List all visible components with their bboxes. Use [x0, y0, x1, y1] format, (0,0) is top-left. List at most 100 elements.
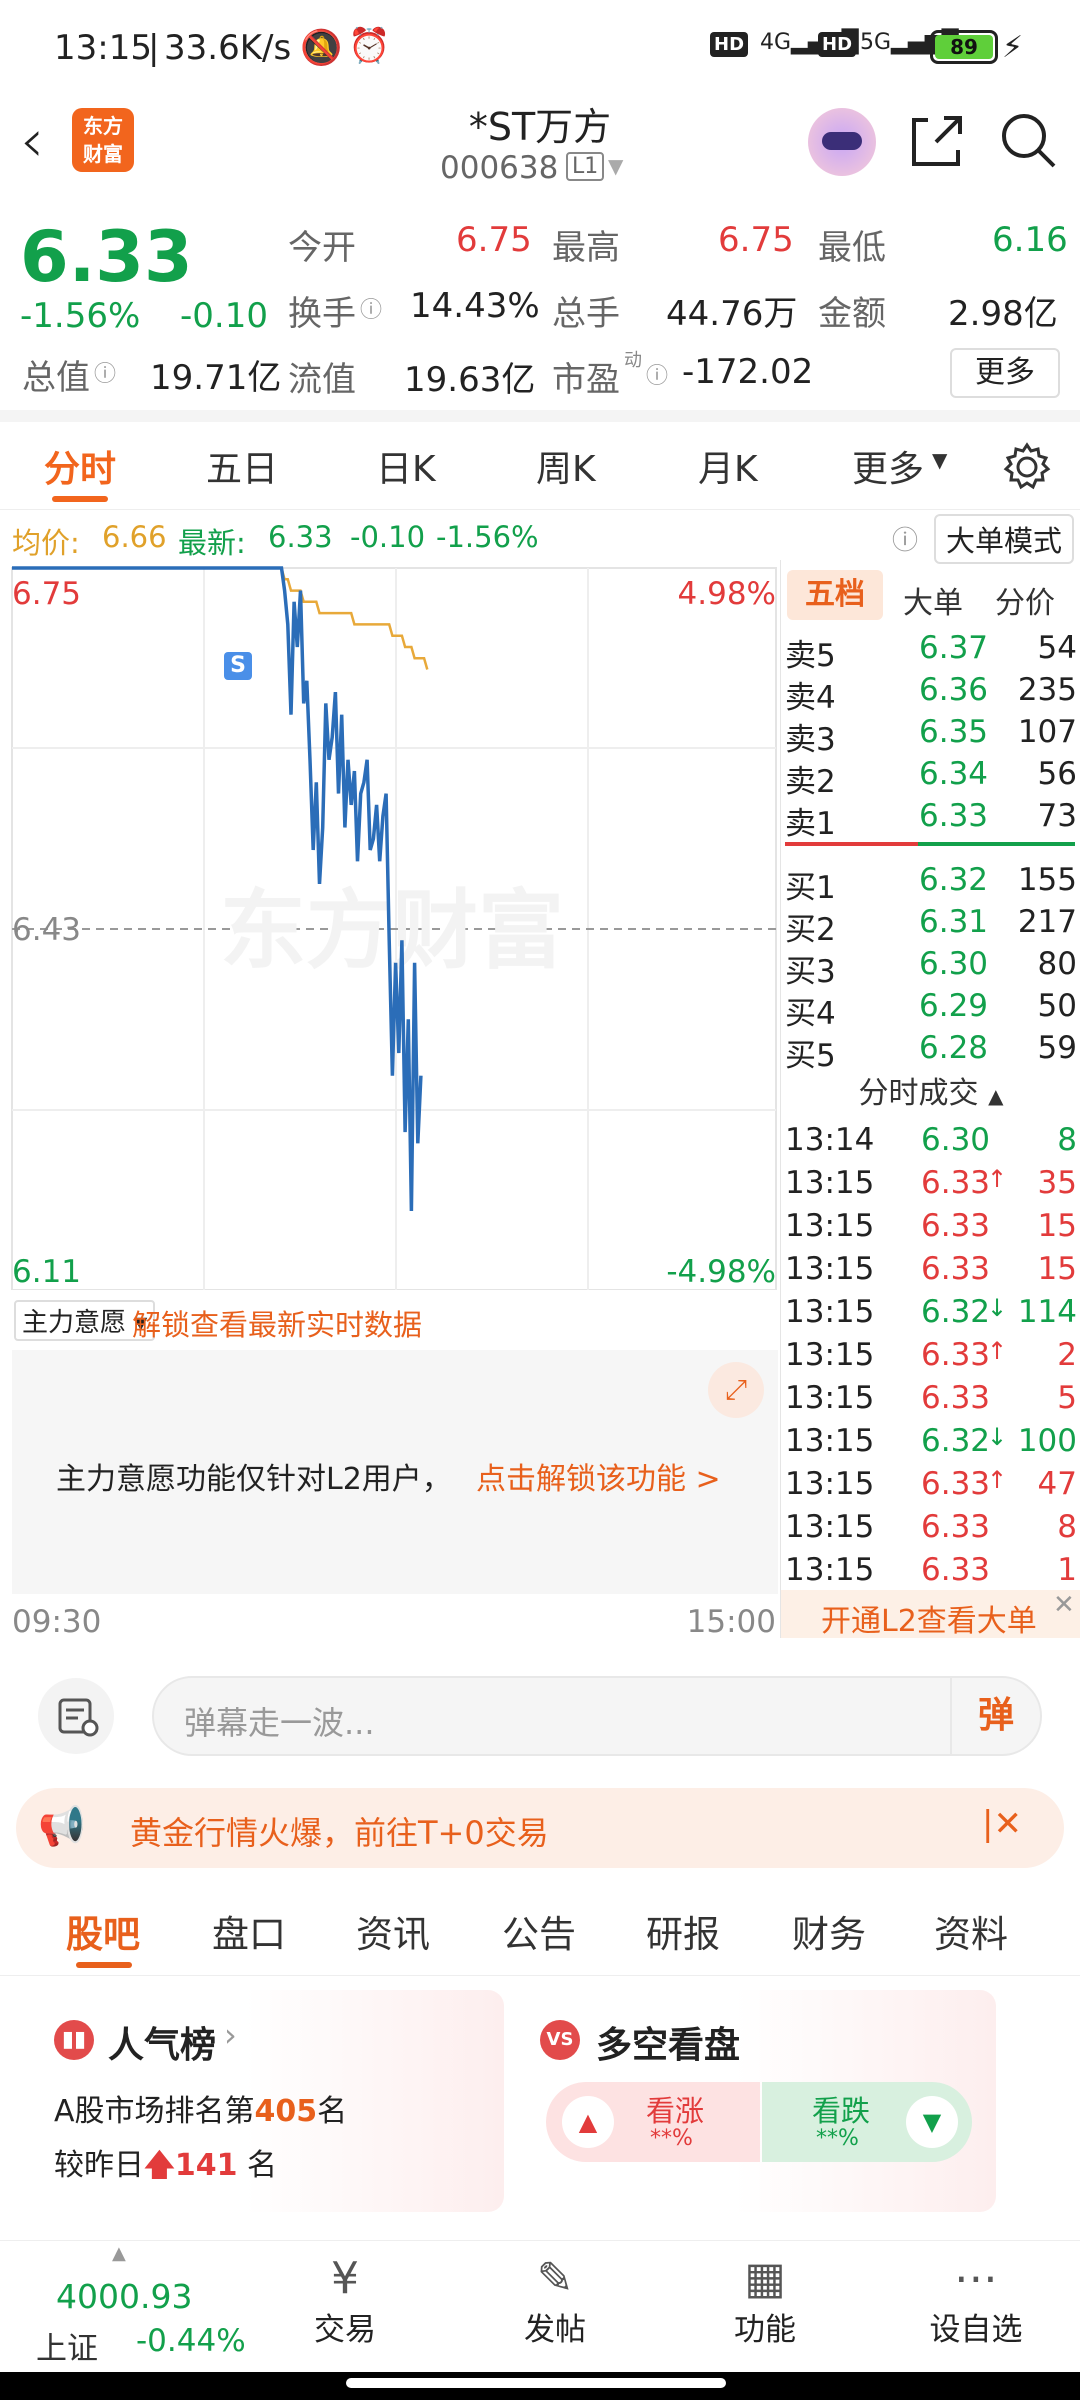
mainforce-bar: 主力意愿 ▾ 解锁查看最新实时数据 [0, 1294, 780, 1346]
tab-pankou[interactable]: 盘口 [212, 1904, 286, 1958]
tab-finance[interactable]: 财务 [792, 1904, 866, 1958]
rank-suffix: 名 [317, 2094, 348, 2129]
bid-row[interactable]: 买4 6.29 50 [781, 988, 1080, 1032]
ask-row[interactable]: 卖2 6.34 56 [781, 756, 1080, 800]
bullish-pct: **% [650, 2126, 693, 2151]
settings-gear-icon[interactable] [1002, 442, 1052, 492]
tab-more[interactable]: 更多 [852, 440, 924, 492]
tab-monthly-k[interactable]: 月K [698, 440, 758, 492]
trade-time: 13:15 [785, 1509, 875, 1545]
volume-label: 总手 [552, 294, 620, 334]
info-icon[interactable]: ⓘ [94, 356, 116, 388]
post-button[interactable]: ✎ 发帖 [500, 2253, 610, 2349]
trade-time: 13:15 [785, 1251, 875, 1287]
home-indicator[interactable] [346, 2378, 726, 2388]
index-ticker[interactable]: ▲ 4000.93 上证 -0.44% [0, 2241, 246, 2373]
tab-intraday[interactable]: 分时 [44, 440, 116, 492]
trade-button[interactable]: ¥ 交易 [290, 2253, 400, 2349]
bid-row[interactable]: 买1 6.32 155 [781, 862, 1080, 906]
tab-daily-k[interactable]: 日K [376, 440, 436, 492]
bid-label: 买4 [785, 996, 836, 1032]
more-button[interactable]: 更多 [950, 348, 1060, 398]
ask-row[interactable]: 卖1 6.33 73 [781, 798, 1080, 842]
ask-volume: 73 [1037, 798, 1077, 834]
trade-time: 13:15 [785, 1294, 875, 1330]
share-icon[interactable] [906, 110, 968, 172]
search-icon[interactable] [998, 110, 1060, 172]
grid-icon: ▦ [744, 2253, 786, 2304]
ask-row[interactable]: 卖5 6.37 54 [781, 630, 1080, 674]
promo-close-icon[interactable]: |✕ [982, 1804, 1022, 1844]
sell-marker[interactable]: S [224, 652, 252, 680]
bullish-button[interactable]: ▲ 看涨 **% [546, 2082, 760, 2162]
tab-big-order[interactable]: 大单 [903, 578, 963, 622]
latest-change: -0.10 [350, 520, 426, 554]
danmu-placeholder: 弹幕走一波... [184, 1704, 375, 1742]
mainforce-unlock-link[interactable]: 点击解锁该功能 > [476, 1454, 721, 1498]
trade-row: 13:15 6.32 ↓ 100 [781, 1423, 1080, 1465]
trades-header[interactable]: 分时成交 ▲ [781, 1068, 1080, 1112]
popularity-card[interactable]: ▮▮ 人气榜 › A股市场排名第405名 较昨日🡅141 名 [34, 1990, 504, 2212]
close-icon[interactable]: ✕ [1053, 1590, 1075, 1620]
bid-row[interactable]: 买3 6.30 80 [781, 946, 1080, 990]
tab-announcements[interactable]: 公告 [502, 1904, 576, 1958]
trade-row: 13:15 6.32 ↓ 114 [781, 1294, 1080, 1336]
pe-info-icon[interactable]: ⓘ [646, 358, 668, 390]
tab-five-level[interactable]: 五档 [787, 570, 883, 620]
trade-volume: 5 [1057, 1380, 1077, 1416]
alarm-icon: ⏰ [348, 26, 391, 66]
ask-row[interactable]: 卖3 6.35 107 [781, 714, 1080, 758]
robot-avatar-icon[interactable] [808, 108, 876, 176]
order-book: 五档 大单 分价 卖5 6.37 54 卖4 6.36 235 卖3 6.35 … [780, 560, 1080, 1639]
trade-volume: 35 [1037, 1165, 1077, 1201]
tab-guba[interactable]: 股吧 [66, 1904, 140, 1958]
bid-price: 6.31 [919, 904, 989, 940]
network-speed: 33.6K/s [164, 28, 292, 68]
index-value: 4000.93 [56, 2277, 193, 2316]
bid-row[interactable]: 买2 6.31 217 [781, 904, 1080, 948]
expand-icon[interactable]: ⤢ [708, 1362, 764, 1418]
trade-time: 13:15 [785, 1380, 875, 1416]
tab-five-day[interactable]: 五日 [206, 440, 278, 492]
tab-profile[interactable]: 资料 [934, 1904, 1008, 1958]
level-badge[interactable]: L1 [566, 152, 605, 181]
big-order-mode-button[interactable]: 大单模式 [934, 514, 1075, 564]
latest-label: 最新: [178, 526, 246, 560]
ask-volume: 56 [1037, 756, 1077, 792]
tab-news[interactable]: 资讯 [356, 1904, 430, 1958]
danmu-settings-icon[interactable] [38, 1678, 114, 1754]
l2-banner-text: 开通L2查看大单 [821, 1604, 1037, 1639]
bid-label: 买1 [785, 870, 836, 906]
ask-label: 卖3 [785, 722, 836, 758]
turnover-info-icon[interactable]: ⓘ [360, 292, 382, 324]
danmu-send-button[interactable]: 弹 [950, 1678, 1040, 1754]
caret-down-icon: ▼ [906, 2096, 958, 2148]
y-top-label: 6.75 [12, 576, 82, 612]
back-icon[interactable]: ‹ [20, 106, 44, 176]
help-icon[interactable]: ⓘ [892, 520, 918, 557]
tab-weekly-k[interactable]: 周K [536, 440, 596, 492]
bearish-button[interactable]: 看跌 **% ▼ [762, 2082, 972, 2162]
separator: | [148, 28, 160, 68]
l2-banner[interactable]: 开通L2查看大单 ✕ [781, 1590, 1080, 1639]
tab-price-dist[interactable]: 分价 [995, 578, 1055, 622]
trade-price: 6.33 [921, 1208, 991, 1244]
tab-indicator [52, 496, 108, 502]
functions-button[interactable]: ▦ 功能 [710, 2253, 820, 2349]
ask-price: 6.36 [919, 672, 989, 708]
trade-volume: 15 [1037, 1251, 1077, 1287]
intraday-chart[interactable]: 东方财富 S 6.75 6.43 6.11 4.98% -4.98% [0, 560, 780, 1290]
info-cards: ▮▮ 人气榜 › A股市场排名第405名 较昨日🡅141 名 VS 多空看盘 ▲… [0, 1976, 1080, 2236]
level-dropdown-icon[interactable]: ▼ [608, 154, 623, 178]
trade-price: 6.33 [921, 1165, 991, 1201]
y-mid-label: 6.43 [12, 912, 82, 948]
trade-row: 13:15 6.33 8 [781, 1509, 1080, 1551]
ask-row[interactable]: 卖4 6.36 235 [781, 672, 1080, 716]
add-watchlist-button[interactable]: ⋯ 设自选 [916, 2253, 1036, 2349]
promo-banner[interactable]: 📢 黄金行情火爆，前往T+0交易 |✕ [16, 1788, 1064, 1868]
float-value: 19.63亿 [404, 360, 536, 400]
unlock-link[interactable]: 解锁查看最新实时数据 [132, 1302, 422, 1344]
bid-row[interactable]: 买5 6.28 59 [781, 1030, 1080, 1074]
danmu-input[interactable]: 弹幕走一波... 弹 [152, 1676, 1042, 1756]
tab-research[interactable]: 研报 [646, 1904, 720, 1958]
